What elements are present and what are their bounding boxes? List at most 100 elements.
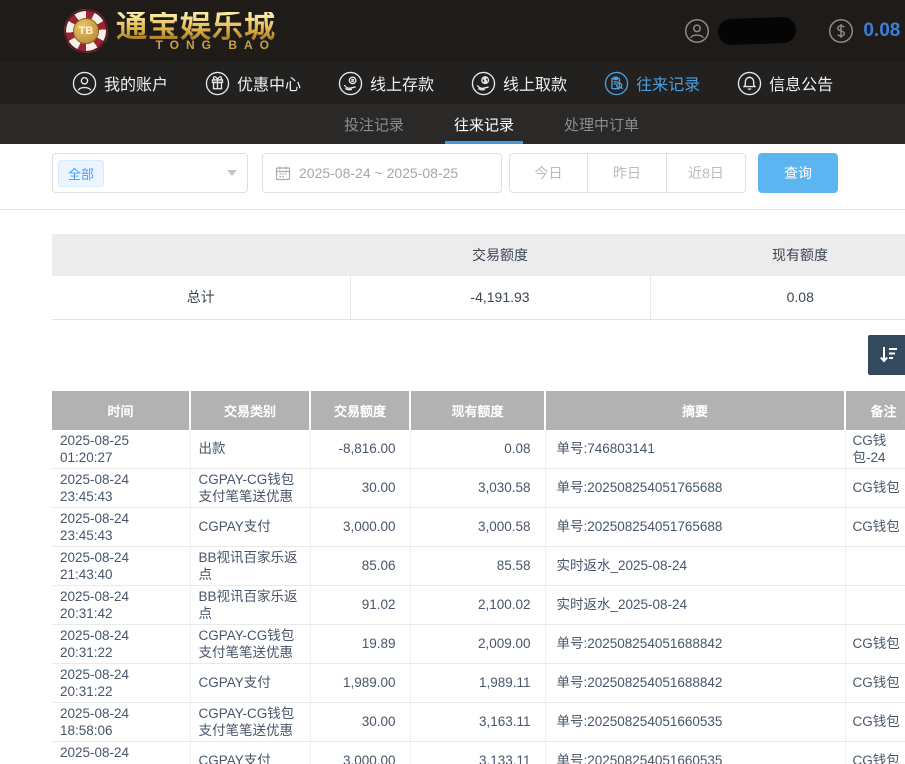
- summary-table: 交易额度 现有额度 总计 -4,191.93 0.08: [52, 234, 905, 320]
- cell-remark: CG钱包: [845, 663, 905, 702]
- bell-icon: [737, 71, 762, 96]
- nav-label: 我的账户: [104, 71, 168, 95]
- cell-balance: 0.08: [410, 430, 545, 469]
- nav-label: 线上取款: [503, 71, 567, 95]
- table-row: 2025-08-25 01:20:27 出款 -8,816.00 0.08 单号…: [52, 430, 905, 469]
- table-row: 2025-08-24 20:31:22 CGPAY支付 1,989.00 1,9…: [52, 663, 905, 702]
- cell-type: 出款: [190, 430, 310, 469]
- cell-remark: CG钱包: [845, 468, 905, 507]
- topbar: TB 通宝娱乐城 TONG BAO 0.08 R: [0, 0, 905, 62]
- cell-summary: 实时返水_2025-08-24: [545, 585, 845, 624]
- cell-type: BB视讯百家乐返点: [190, 585, 310, 624]
- topbar-account-area: 0.08 R: [684, 0, 905, 62]
- last-8-days-button[interactable]: 近8日: [667, 153, 746, 193]
- tab-transaction-records[interactable]: 往来记录: [445, 104, 523, 144]
- type-select-tag: 全部: [58, 160, 104, 187]
- nav-item-my-account[interactable]: 我的账户: [72, 71, 168, 96]
- cell-time: 2025-08-24 20:31:42: [52, 585, 190, 624]
- user-avatar-icon[interactable]: [684, 18, 710, 44]
- nav-item-promotions[interactable]: 优惠中心: [205, 71, 301, 96]
- summary-total-row: 总计 -4,191.93 0.08: [52, 276, 905, 319]
- balance-amount: 0.08: [863, 20, 900, 42]
- cell-amount: -8,816.00: [310, 430, 410, 469]
- nav-label: 往来记录: [636, 71, 700, 95]
- cell-amount: 3,000.00: [310, 741, 410, 764]
- cell-balance: 1,989.11: [410, 663, 545, 702]
- cell-time: 2025-08-24 20:31:22: [52, 624, 190, 663]
- nav-item-withdraw[interactable]: 线上取款: [471, 71, 567, 96]
- search-button[interactable]: 查询: [758, 153, 838, 193]
- tab-label: 投注记录: [344, 114, 404, 135]
- logo-subtitle: TONG BAO: [156, 39, 276, 51]
- table-toolbar: [52, 335, 905, 375]
- tab-pending-orders[interactable]: 处理中订单: [555, 104, 648, 144]
- cell-summary: 单号:202508254051688842: [545, 624, 845, 663]
- nav-item-announcements[interactable]: 信息公告: [737, 71, 833, 96]
- cell-remark: [845, 585, 905, 624]
- date-range-input[interactable]: 2025-08-24 ~ 2025-08-25: [262, 153, 502, 193]
- summary-total-label: 总计: [52, 276, 350, 319]
- cell-summary: 单号:202508254051765688: [545, 468, 845, 507]
- table-row: 2025-08-24 20:31:42 BB视讯百家乐返点 91.02 2,10…: [52, 585, 905, 624]
- cell-type: CGPAY支付: [190, 663, 310, 702]
- withdraw-hand-coin-icon: [471, 71, 496, 96]
- cell-summary: 单号:202508254051688842: [545, 663, 845, 702]
- cell-balance: 3,163.11: [410, 702, 545, 741]
- nav-label: 优惠中心: [237, 71, 301, 95]
- tab-label: 处理中订单: [564, 114, 639, 135]
- cell-balance: 3,030.58: [410, 468, 545, 507]
- cell-time: 2025-08-24 18:58:06: [52, 702, 190, 741]
- cell-remark: CG钱包: [845, 624, 905, 663]
- header-time: 时间: [52, 391, 190, 430]
- gift-icon: [205, 71, 230, 96]
- nav-item-transaction-records[interactable]: 往来记录: [604, 71, 700, 96]
- dollar-circle-icon: [828, 18, 854, 44]
- cell-balance: 85.58: [410, 546, 545, 585]
- cell-time: 2025-08-24 18:58:06: [52, 741, 190, 764]
- chip-monogram: TB: [73, 18, 99, 44]
- nav-label: 信息公告: [769, 71, 833, 95]
- summary-header-transaction: 交易额度: [350, 234, 650, 276]
- summary-header-row: 交易额度 现有额度: [52, 234, 905, 276]
- cell-time: 2025-08-24 21:43:40: [52, 546, 190, 585]
- header-remark: 备注: [845, 391, 905, 430]
- sort-descending-button[interactable]: [868, 335, 905, 375]
- sort-descending-icon: [876, 343, 900, 367]
- user-circle-icon: [72, 71, 97, 96]
- yesterday-button[interactable]: 昨日: [588, 153, 667, 193]
- table-row: 2025-08-24 23:45:43 CGPAY-CG钱包支付笔笔送优惠 30…: [52, 468, 905, 507]
- tab-betting-records[interactable]: 投注记录: [335, 104, 413, 144]
- cell-summary: 单号:202508254051765688: [545, 507, 845, 546]
- cell-remark: [845, 546, 905, 585]
- today-button[interactable]: 今日: [509, 153, 588, 193]
- cell-type: CGPAY-CG钱包支付笔笔送优惠: [190, 624, 310, 663]
- table-row: 2025-08-24 21:43:40 BB视讯百家乐返点 85.06 85.5…: [52, 546, 905, 585]
- deposit-hand-coin-icon: [338, 71, 363, 96]
- cell-type: CGPAY-CG钱包支付笔笔送优惠: [190, 468, 310, 507]
- cell-time: 2025-08-24 23:45:43: [52, 468, 190, 507]
- cell-amount: 1,989.00: [310, 663, 410, 702]
- summary-header-empty: [52, 234, 350, 276]
- site-logo[interactable]: TB 通宝娱乐城 TONG BAO: [64, 9, 276, 53]
- cell-time: 2025-08-24 23:45:43: [52, 507, 190, 546]
- date-range-value: 2025-08-24 ~ 2025-08-25: [299, 165, 458, 181]
- cell-amount: 85.06: [310, 546, 410, 585]
- redacted-username[interactable]: [718, 17, 797, 46]
- cell-summary: 单号:202508254051660535: [545, 741, 845, 764]
- type-select[interactable]: 全部: [52, 153, 248, 193]
- cell-remark: CG钱包: [845, 702, 905, 741]
- cell-summary: 实时返水_2025-08-24: [545, 546, 845, 585]
- cell-balance: 3,000.58: [410, 507, 545, 546]
- table-row: 2025-08-24 23:45:43 CGPAY支付 3,000.00 3,0…: [52, 507, 905, 546]
- cell-balance: 2,100.02: [410, 585, 545, 624]
- cell-amount: 19.89: [310, 624, 410, 663]
- content-area: 交易额度 现有额度 总计 -4,191.93 0.08: [52, 234, 905, 764]
- cell-time: 2025-08-24 20:31:22: [52, 663, 190, 702]
- nav-item-deposit[interactable]: 线上存款: [338, 71, 434, 96]
- table-row: 2025-08-24 20:31:22 CGPAY-CG钱包支付笔笔送优惠 19…: [52, 624, 905, 663]
- summary-header-balance: 现有额度: [650, 234, 905, 276]
- cell-summary: 单号:202508254051660535: [545, 702, 845, 741]
- logo-text: 通宝娱乐城 TONG BAO: [116, 12, 276, 51]
- header-amount: 交易额度: [310, 391, 410, 430]
- header-type: 交易类别: [190, 391, 310, 430]
